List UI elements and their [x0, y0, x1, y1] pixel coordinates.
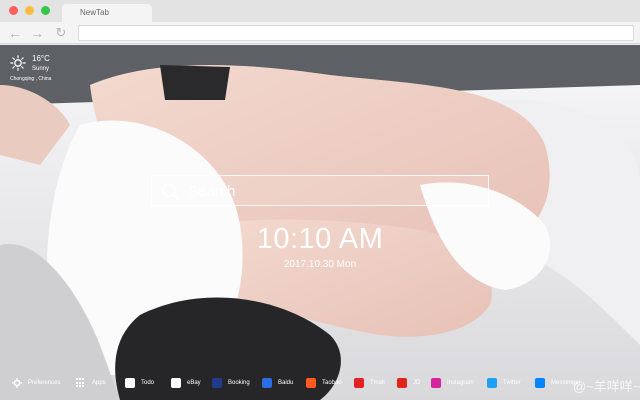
shortcut-twitter[interactable]: Twitter: [487, 377, 521, 389]
weather-condition: Sunny: [32, 66, 50, 72]
clock-date: 2017.10.30 Mon: [283, 259, 357, 270]
minimize-window-button[interactable]: [25, 6, 34, 15]
shortcut-jd[interactable]: JD: [397, 377, 420, 389]
sun-icon: [10, 55, 26, 71]
taobao-icon: [306, 378, 316, 388]
search-box[interactable]: [151, 175, 489, 206]
preferences-button[interactable]: Preferences: [12, 377, 60, 389]
preferences-label: Preferences: [28, 380, 61, 386]
shortcut-instagram[interactable]: Instagram: [431, 377, 474, 389]
tab-newtab[interactable]: NewTab: [62, 4, 152, 22]
shortcut-label: eBay: [187, 380, 201, 386]
clock-time: 10:10 AM: [256, 223, 384, 255]
shortcut-taobao[interactable]: Taobao: [306, 377, 342, 389]
browser-toolbar: ← → ↻: [0, 22, 640, 44]
watermark-text: @~羊咩咩~: [573, 379, 640, 394]
shortcut-tmall[interactable]: Tmall: [354, 377, 385, 389]
shortcut-label: Todo: [141, 380, 155, 386]
instagram-icon: [431, 378, 441, 388]
todo-check-icon: [125, 378, 135, 388]
shortcut-booking[interactable]: Booking: [212, 377, 250, 389]
apps-grid-icon: [76, 378, 86, 388]
weather-widget[interactable]: 16°C Sunny Chongqing , China: [10, 53, 70, 85]
gear-icon: [12, 378, 22, 388]
reload-icon[interactable]: ↻: [52, 24, 70, 42]
baidu-icon: [262, 378, 272, 388]
newtab-page: 16°C Sunny Chongqing , China 10:10 AM 20…: [0, 45, 640, 400]
arrow-right-icon[interactable]: →: [28, 24, 46, 42]
search-input[interactable]: [188, 179, 478, 203]
twitter-icon: [487, 378, 497, 388]
apps-button[interactable]: Apps: [76, 377, 106, 389]
tmall-icon: [354, 378, 364, 388]
shortcut-label: Instagram: [447, 380, 474, 386]
jd-icon: [397, 378, 407, 388]
weather-location: Chongqing , China: [10, 76, 52, 82]
address-bar[interactable]: [78, 25, 634, 41]
shortcut-label: Tmall: [370, 380, 385, 386]
shortcut-label: Taobao: [322, 380, 342, 386]
booking-icon: [212, 378, 222, 388]
search-icon[interactable]: [161, 182, 181, 202]
ebay-icon: [171, 378, 181, 388]
weather-temperature: 16°C: [32, 54, 50, 63]
shortcut-baidu[interactable]: Baidu: [262, 377, 293, 389]
close-window-button[interactable]: [9, 6, 18, 15]
arrow-left-icon[interactable]: ←: [6, 24, 24, 42]
messenger-icon: [535, 378, 545, 388]
shortcut-label: Baidu: [278, 380, 294, 386]
shortcut-label: JD: [413, 380, 421, 386]
maximize-window-button[interactable]: [41, 6, 50, 15]
window-titlebar: NewTab: [0, 0, 640, 22]
shortcut-ebay[interactable]: eBay: [171, 377, 201, 389]
tab-title: NewTab: [80, 8, 109, 17]
shortcut-todo[interactable]: Todo: [125, 377, 154, 389]
shortcut-label: Booking: [228, 380, 250, 386]
apps-label: Apps: [92, 380, 106, 386]
shortcut-label: Twitter: [503, 380, 521, 386]
bottom-shortcut-bar: Preferences Apps Todo eBay Booking Baidu…: [0, 372, 640, 394]
